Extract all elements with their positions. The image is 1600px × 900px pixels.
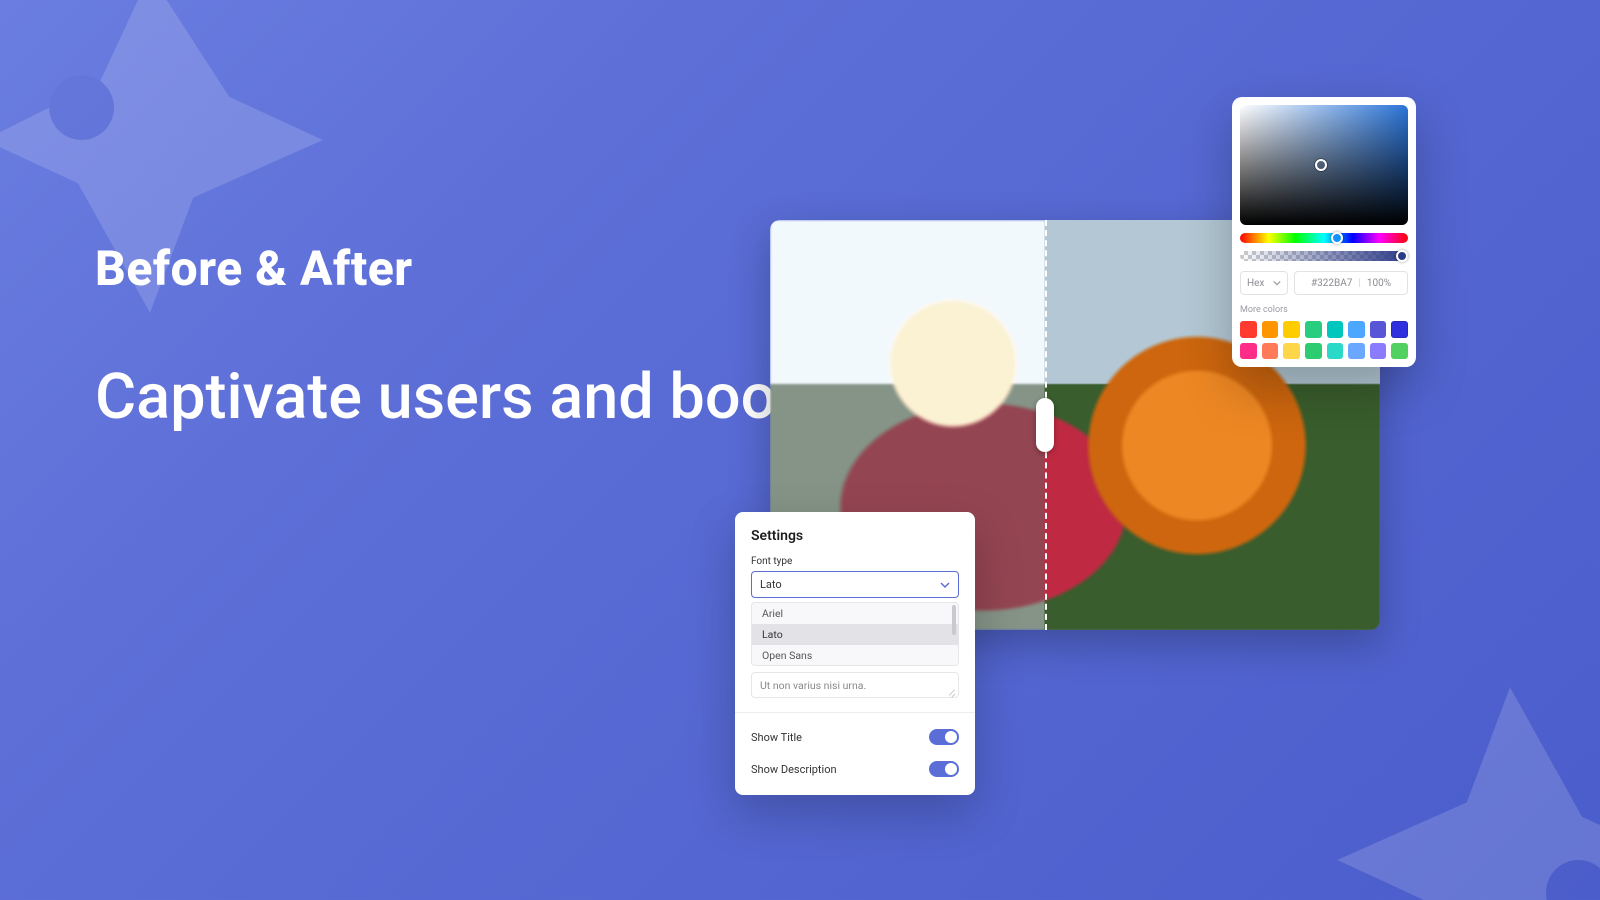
- color-value-separator: |: [1358, 278, 1360, 289]
- decorative-shape-bottom: [1330, 680, 1600, 900]
- saturation-value-area[interactable]: [1240, 105, 1408, 225]
- color-swatch[interactable]: [1262, 343, 1279, 360]
- color-swatch[interactable]: [1283, 343, 1300, 360]
- color-swatch[interactable]: [1240, 343, 1257, 360]
- color-swatch[interactable]: [1348, 343, 1365, 360]
- color-swatch[interactable]: [1327, 343, 1344, 360]
- dropdown-scrollbar[interactable]: [952, 605, 956, 635]
- color-swatch[interactable]: [1240, 321, 1257, 338]
- color-picker-panel: Hex #322BA7 | 100% More colors: [1232, 97, 1416, 367]
- color-swatch[interactable]: [1283, 321, 1300, 338]
- color-swatch[interactable]: [1370, 343, 1387, 360]
- settings-divider: [735, 712, 975, 713]
- settings-panel: Settings Font type Lato Ariel Lato Open …: [735, 512, 975, 795]
- hue-slider[interactable]: [1240, 233, 1408, 243]
- description-textarea[interactable]: Ut non varius nisi urna.: [751, 672, 959, 698]
- chevron-down-icon: [940, 580, 950, 590]
- color-swatch[interactable]: [1370, 321, 1387, 338]
- color-swatch[interactable]: [1262, 321, 1279, 338]
- color-swatch[interactable]: [1305, 343, 1322, 360]
- show-title-toggle[interactable]: [929, 729, 959, 745]
- color-value-input[interactable]: #322BA7 | 100%: [1294, 271, 1408, 295]
- color-swatch[interactable]: [1391, 321, 1408, 338]
- swatch-grid: [1240, 321, 1408, 359]
- font-option-open-sans[interactable]: Open Sans: [752, 645, 958, 666]
- show-description-row: Show Description: [751, 753, 959, 785]
- alpha-cursor[interactable]: [1396, 250, 1408, 262]
- color-alpha-value: 100%: [1367, 278, 1391, 289]
- color-format-label: Hex: [1247, 278, 1264, 289]
- show-description-label: Show Description: [751, 763, 837, 776]
- settings-title: Settings: [751, 528, 959, 544]
- font-type-value: Lato: [760, 578, 782, 591]
- color-swatch[interactable]: [1327, 321, 1344, 338]
- more-colors-label: More colors: [1240, 305, 1408, 315]
- show-title-label: Show Title: [751, 731, 802, 744]
- color-format-select[interactable]: Hex: [1240, 271, 1288, 295]
- hue-cursor[interactable]: [1331, 232, 1343, 244]
- color-swatch[interactable]: [1391, 343, 1408, 360]
- show-title-row: Show Title: [751, 721, 959, 753]
- font-option-ariel[interactable]: Ariel: [752, 603, 958, 624]
- sv-cursor[interactable]: [1315, 159, 1327, 171]
- color-swatch[interactable]: [1305, 321, 1322, 338]
- font-type-dropdown: Ariel Lato Open Sans David: [751, 602, 959, 666]
- before-after-handle[interactable]: [1036, 398, 1054, 452]
- font-type-select[interactable]: Lato: [751, 571, 959, 598]
- show-description-toggle[interactable]: [929, 761, 959, 777]
- alpha-slider[interactable]: [1240, 251, 1408, 261]
- chevron-down-icon: [1273, 279, 1281, 287]
- color-swatch[interactable]: [1348, 321, 1365, 338]
- textarea-resize-handle[interactable]: [948, 687, 956, 695]
- color-hex-value: #322BA7: [1311, 278, 1352, 289]
- font-type-label: Font type: [751, 556, 959, 567]
- description-value: Ut non varius nisi urna.: [760, 679, 866, 692]
- font-option-lato[interactable]: Lato: [752, 624, 958, 645]
